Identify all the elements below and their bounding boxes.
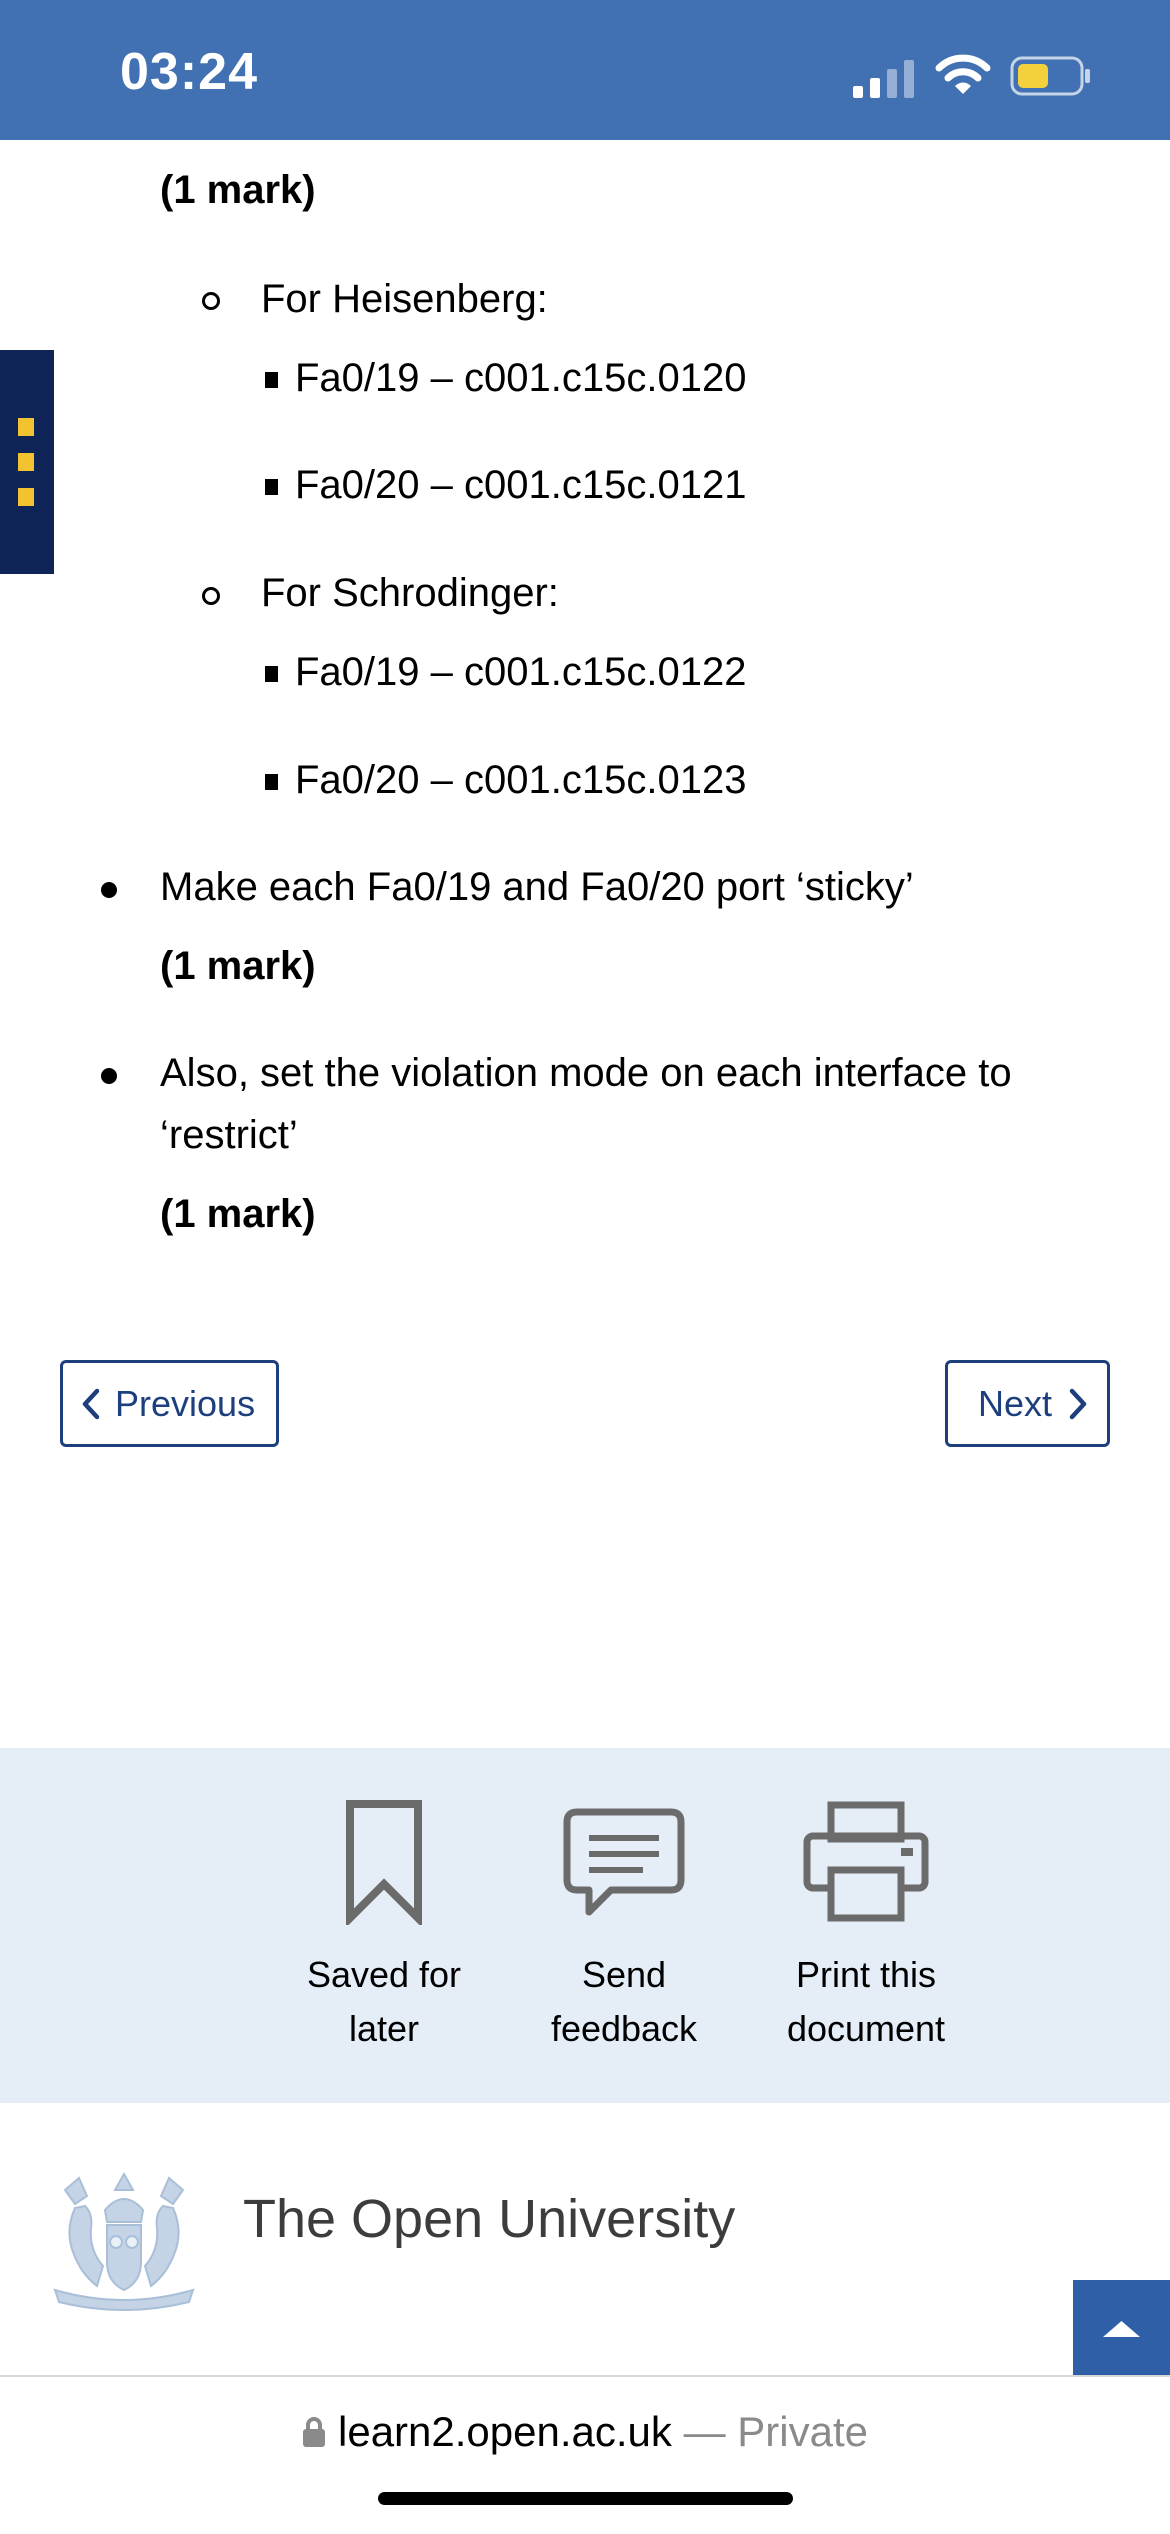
university-crest-logo <box>53 2171 195 2311</box>
print-document-button[interactable]: Print this document <box>761 1800 971 2056</box>
triangle-up-icon <box>1103 2321 1140 2337</box>
private-label: — Private <box>671 2408 868 2455</box>
bookmark-icon <box>346 1800 422 1928</box>
menu-dot-icon <box>18 488 34 506</box>
menu-dot-icon <box>18 418 34 436</box>
mark-label: (1 mark) <box>160 944 316 988</box>
square-bullet <box>265 372 278 388</box>
circle-bullet <box>202 587 220 605</box>
url-domain: learn2.open.ac.uk <box>338 2408 672 2455</box>
side-menu-tab[interactable] <box>0 350 54 574</box>
list-item: Fa0/20 – c001.c15c.0121 <box>295 463 747 507</box>
next-label: Next <box>978 1382 1053 1424</box>
action-label: feedback <box>550 2008 698 2049</box>
speech-bubble-icon <box>563 1808 685 1916</box>
heisenberg-label: For Heisenberg: <box>261 277 548 321</box>
lock-icon <box>303 2417 325 2447</box>
menu-dot-icon <box>18 453 34 471</box>
action-label: document <box>786 2008 946 2049</box>
mark-label: (1 mark) <box>160 1192 316 1236</box>
square-bullet <box>265 774 278 790</box>
square-bullet <box>265 666 278 682</box>
action-label: Send <box>581 1954 667 1995</box>
list-item: Fa0/19 – c001.c15c.0122 <box>295 650 747 694</box>
printer-icon <box>803 1801 929 1922</box>
next-button[interactable]: Next <box>945 1360 1110 1447</box>
chevron-left-icon <box>82 1388 100 1419</box>
action-label: Saved for <box>306 1954 462 1995</box>
url-display[interactable]: learn2.open.ac.uk — Private <box>0 2408 1170 2456</box>
instruction-text: Make each Fa0/19 and Fa0/20 port ‘sticky… <box>160 865 914 909</box>
battery-icon <box>1010 56 1090 96</box>
action-label: later <box>348 2008 420 2049</box>
previous-label: Previous <box>115 1382 256 1424</box>
schrodinger-label: For Schrodinger: <box>261 571 559 615</box>
disc-bullet <box>101 882 117 898</box>
wifi-icon <box>935 54 991 94</box>
mark-label: (1 mark) <box>160 168 316 212</box>
list-item: Fa0/20 – c001.c15c.0123 <box>295 758 747 802</box>
send-feedback-button[interactable]: Send feedback <box>519 1800 729 2056</box>
cellular-signal-icon <box>853 60 914 98</box>
square-bullet <box>265 479 278 495</box>
back-to-top-button[interactable] <box>1073 2280 1170 2375</box>
previous-button[interactable]: Previous <box>60 1360 279 1447</box>
list-item: Fa0/19 – c001.c15c.0120 <box>295 356 747 400</box>
chevron-right-icon <box>1069 1388 1087 1419</box>
instruction-text: ‘restrict’ <box>160 1113 298 1157</box>
status-time: 03:24 <box>120 43 258 101</box>
instruction-text: Also, set the violation mode on each int… <box>160 1051 1012 1095</box>
home-indicator <box>378 2492 793 2505</box>
disc-bullet <box>101 1068 117 1084</box>
action-label: Print this <box>795 1954 937 1995</box>
university-name: The Open University <box>243 2189 736 2249</box>
circle-bullet <box>202 292 220 310</box>
saved-for-later-button[interactable]: Saved for later <box>279 1800 489 2056</box>
